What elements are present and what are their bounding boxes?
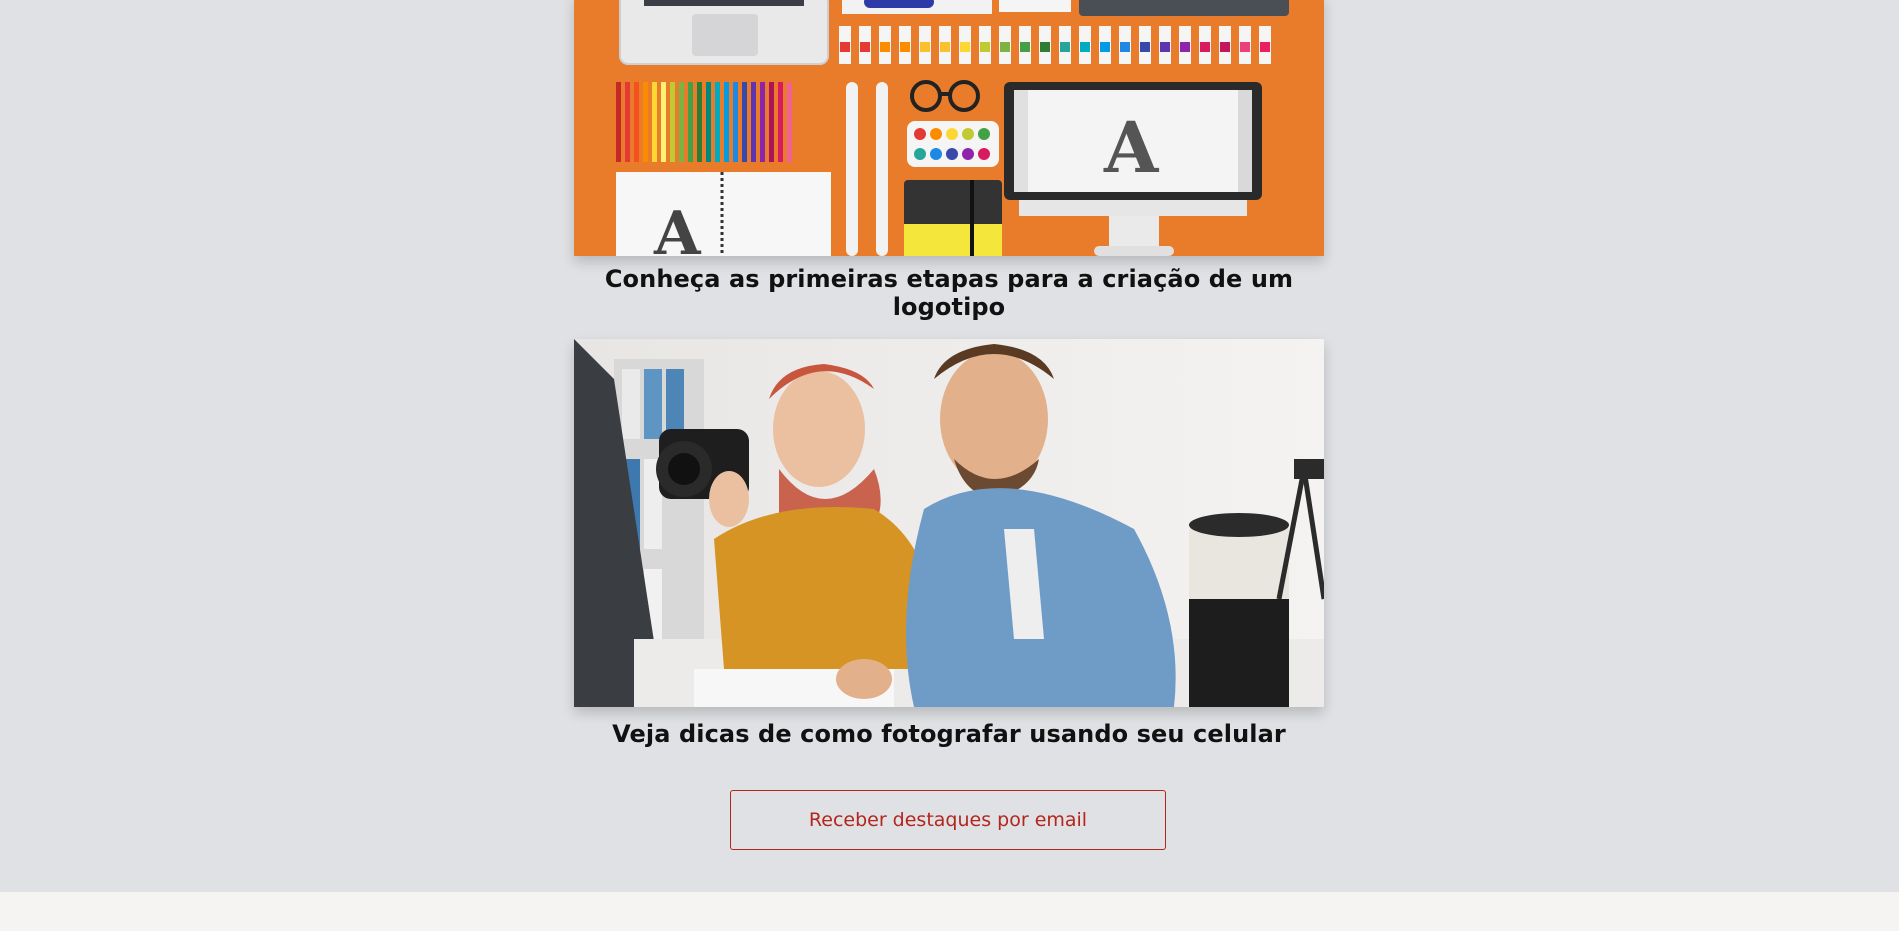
- svg-text:A: A: [1103, 106, 1160, 189]
- article-title[interactable]: Veja dicas de como fotografar usando seu…: [574, 720, 1324, 748]
- article-feed: A A Conheça as primeiras etapas para a c…: [0, 0, 1899, 892]
- article-card[interactable]: A A Conheça as primeiras etapas para a c…: [574, 0, 1324, 321]
- photographers-photo: [574, 339, 1324, 707]
- article-title[interactable]: Conheça as primeiras etapas para a criaç…: [574, 265, 1324, 321]
- article-card[interactable]: Veja dicas de como fotografar usando seu…: [574, 339, 1324, 748]
- article-image[interactable]: A A: [574, 0, 1324, 256]
- design-tools-illustration: A A: [574, 0, 1324, 256]
- article-image[interactable]: [574, 339, 1324, 707]
- svg-text:A: A: [653, 199, 702, 256]
- footer: [0, 892, 1899, 931]
- subscribe-email-button[interactable]: Receber destaques por email: [730, 790, 1166, 850]
